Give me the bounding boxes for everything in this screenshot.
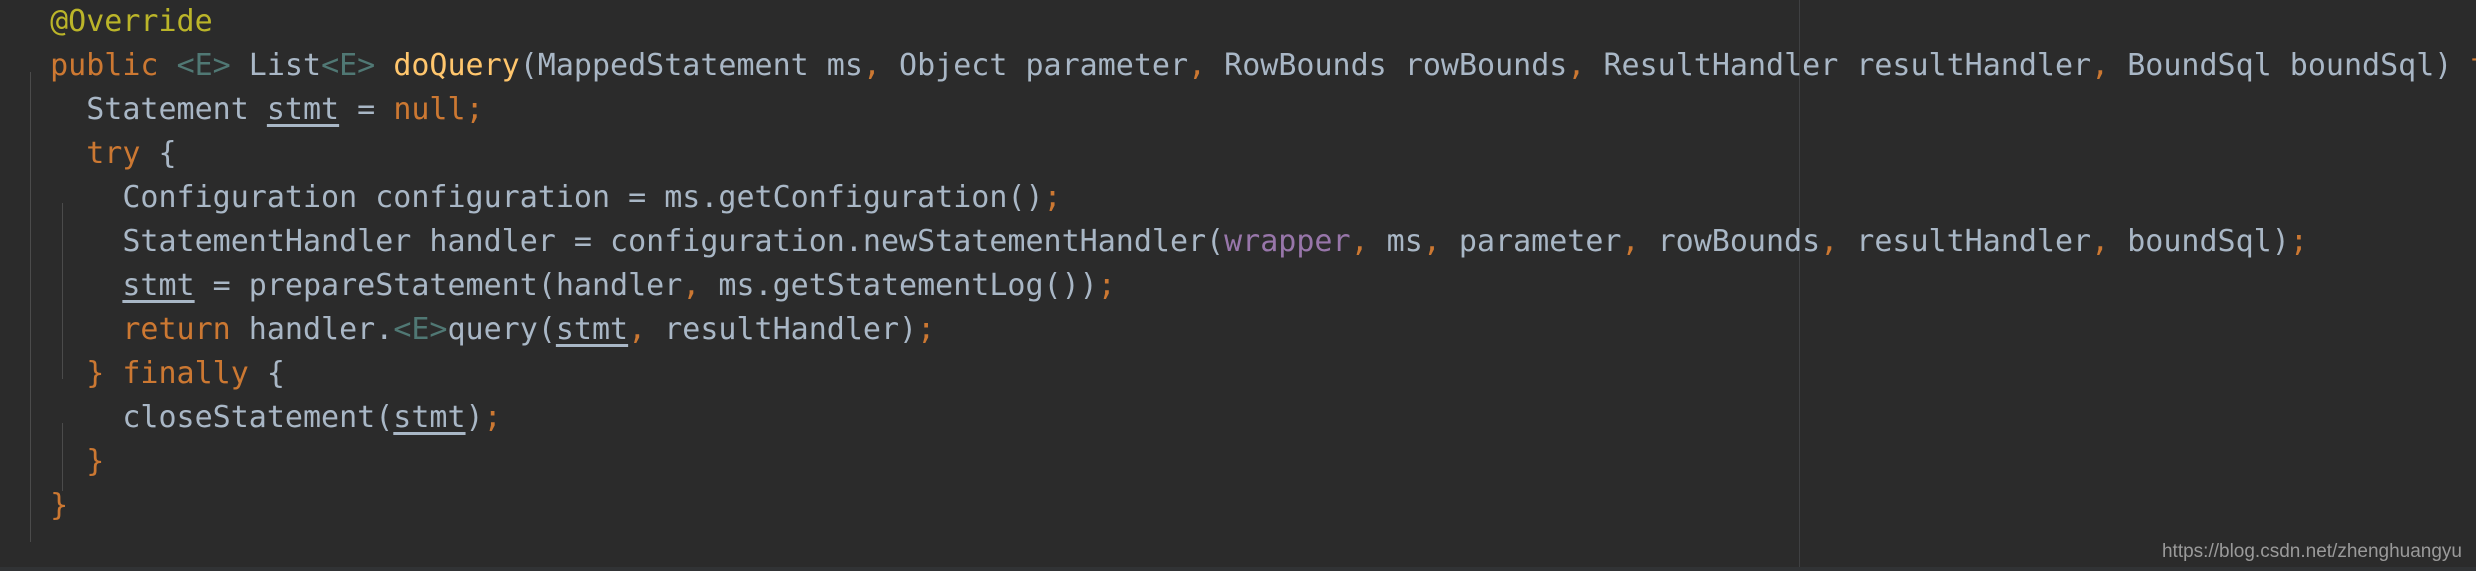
code-token-plain: ms.getStatementLog()) — [700, 268, 1098, 303]
code-token-plain: query( — [447, 312, 556, 347]
code-token-punct: , — [862, 48, 881, 83]
code-token-punct: ; — [917, 312, 936, 347]
code-line[interactable]: public <E> List<E> doQuery(MappedStateme… — [0, 44, 2476, 88]
code-line[interactable]: try { — [0, 132, 2476, 176]
code-token-punct: ; — [2289, 224, 2308, 259]
code-token-plain: resultHandler) — [646, 312, 918, 347]
code-token-punct: , — [1820, 224, 1839, 259]
code-token-local: stmt — [266, 92, 340, 127]
code-token-punct: ; — [1097, 268, 1116, 303]
code-token-plain: List — [230, 48, 322, 83]
code-token-plain: Configuration configuration = ms.getConf… — [14, 180, 1044, 215]
code-token-generic: <E> — [176, 48, 231, 83]
code-line[interactable]: @Override — [0, 0, 2476, 44]
code-token-plain: parameter — [1440, 224, 1622, 259]
code-token-local: stmt — [393, 400, 466, 435]
code-token-punct: , — [682, 268, 701, 303]
code-token-plain: RowBounds rowBounds — [1206, 48, 1568, 83]
code-token-generic: <E> — [321, 48, 376, 83]
code-token-keyword: finally — [122, 356, 249, 391]
code-token-punct: , — [1422, 224, 1441, 259]
code-token-plain: ) — [465, 400, 484, 435]
code-token-plain: StatementHandler handler = configuration… — [14, 224, 1225, 259]
code-token-plain: handler. — [230, 312, 394, 347]
code-line[interactable]: stmt = prepareStatement(handler, ms.getS… — [0, 264, 2476, 308]
code-token-keyword: null — [393, 92, 466, 127]
code-token-method: doQuery — [393, 48, 520, 83]
code-token-punct: ; — [1043, 180, 1062, 215]
code-token-plain: = — [339, 92, 394, 127]
code-token-punct: , — [1188, 48, 1207, 83]
code-token-plain: rowBounds — [1639, 224, 1821, 259]
code-token-annotation: @Override — [50, 4, 213, 39]
code-token-punct: } — [86, 444, 105, 479]
code-token-plain: Object parameter — [880, 48, 1189, 83]
code-line[interactable]: closeStatement(stmt); — [0, 396, 2476, 440]
code-token-punct: } — [50, 488, 69, 523]
code-token-punct: , — [1621, 224, 1640, 259]
code-token-plain: BoundSql boundSql) — [2109, 48, 2471, 83]
code-token-punct: , — [1567, 48, 1586, 83]
code-line[interactable]: } — [0, 440, 2476, 484]
code-token-keyword: public — [50, 48, 159, 83]
code-line[interactable]: return handler.<E>query(stmt, resultHand… — [0, 308, 2476, 352]
editor-bottom-strip — [0, 567, 2476, 571]
code-token-punct: , — [2091, 224, 2110, 259]
code-token-plain: ms — [1368, 224, 1423, 259]
code-token-punct: ; — [465, 92, 484, 127]
code-token-keyword: try — [86, 136, 141, 171]
code-token-plain: (MappedStatement ms — [519, 48, 863, 83]
code-token-keyword: throws — [2470, 48, 2476, 83]
code-token-local: stmt — [555, 312, 629, 347]
code-token-plain: ResultHandler resultHandler — [1585, 48, 2092, 83]
code-token-keyword: return — [122, 312, 231, 347]
code-token-generic: <E> — [393, 312, 448, 347]
watermark-url: https://blog.csdn.net/zhenghuangyu — [2161, 541, 2462, 562]
code-token-plain: Statement — [14, 92, 267, 127]
code-token-plain: resultHandler — [1838, 224, 2092, 259]
code-content[interactable]: @Override public <E> List<E> doQuery(Map… — [0, 0, 2476, 528]
code-token-plain: { — [140, 136, 177, 171]
code-token-punct: ; — [483, 400, 502, 435]
code-line[interactable]: Statement stmt = null; — [0, 88, 2476, 132]
code-line[interactable]: } — [0, 484, 2476, 528]
code-token-punct: , — [628, 312, 647, 347]
code-token-punct: , — [2091, 48, 2110, 83]
code-line[interactable]: Configuration configuration = ms.getConf… — [0, 176, 2476, 220]
code-token-plain: closeStatement( — [14, 400, 394, 435]
code-token-plain: = prepareStatement(handler — [194, 268, 683, 303]
code-token-plain: boundSql) — [2109, 224, 2290, 259]
code-token-field: wrapper — [1224, 224, 1351, 259]
code-token-local: stmt — [122, 268, 195, 303]
code-line[interactable]: } finally { — [0, 352, 2476, 396]
code-token-punct: , — [1350, 224, 1369, 259]
code-token-plain: { — [248, 356, 285, 391]
code-line[interactable]: StatementHandler handler = configuration… — [0, 220, 2476, 264]
code-editor-surface[interactable]: @Override public <E> List<E> doQuery(Map… — [0, 0, 2476, 571]
code-token-punct: } — [86, 356, 105, 391]
